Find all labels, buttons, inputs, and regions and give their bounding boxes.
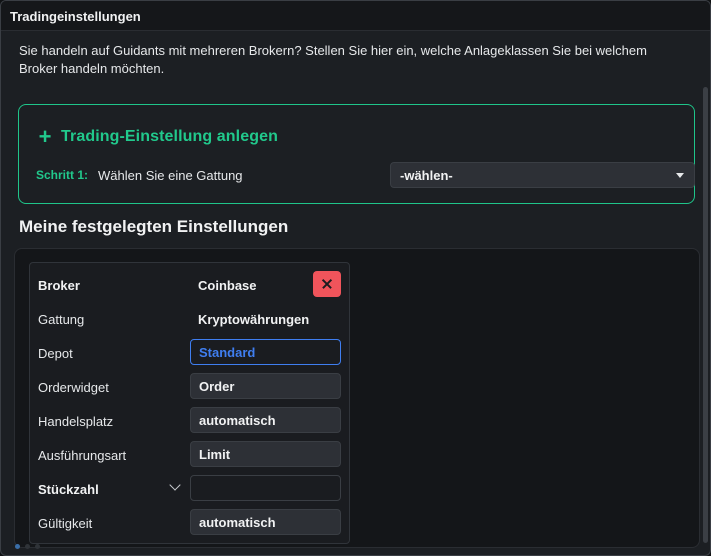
title-bar: Tradingeinstellungen	[1, 1, 710, 31]
row-gattung: Gattung Kryptowährungen	[38, 305, 344, 331]
setting-card: Broker Coinbase Gattung Kryptowährungen …	[29, 262, 350, 544]
step-row: Schritt 1: Wählen Sie eine Gattung -wähl…	[36, 162, 695, 190]
row-depot: Depot Standard	[38, 339, 344, 365]
row-stueckzahl: Stückzahl	[38, 475, 344, 501]
section-title: Meine festgelegten Einstellungen	[19, 217, 289, 236]
gueltigkeit-select[interactable]: automatisch	[190, 509, 341, 535]
settings-window: Tradingeinstellungen Sie handeln auf Gui…	[0, 0, 711, 556]
row-orderwidget: Orderwidget Order	[38, 373, 344, 399]
gattung-select[interactable]: -wählen-	[390, 162, 695, 188]
intro-text: Sie handeln auf Guidants mit mehreren Br…	[19, 43, 647, 76]
gueltigkeit-label: Gültigkeit	[38, 516, 93, 531]
gattung-select-value: -wählen-	[400, 168, 453, 183]
ausfuehrungsart-label: Ausführungsart	[38, 448, 127, 463]
depot-select[interactable]: Standard	[190, 339, 341, 365]
handelsplatz-value: automatisch	[199, 413, 276, 428]
handelsplatz-select[interactable]: automatisch	[190, 407, 341, 433]
row-broker: Broker Coinbase	[38, 271, 344, 297]
handelsplatz-label: Handelsplatz	[38, 414, 114, 429]
ausfuehrungsart-select[interactable]: Limit	[190, 441, 341, 467]
create-setting-panel: + Trading-Einstellung anlegen Schritt 1:…	[18, 104, 695, 204]
page-dot[interactable]	[25, 544, 30, 549]
step-text: Wählen Sie eine Gattung	[98, 168, 243, 183]
row-gueltigkeit: Gültigkeit automatisch	[38, 509, 344, 535]
caret-down-icon	[676, 173, 684, 178]
orderwidget-label: Orderwidget	[38, 380, 109, 395]
ausfuehrungsart-value: Limit	[199, 447, 231, 462]
broker-label: Broker	[38, 278, 80, 293]
chevron-down-icon[interactable]	[169, 479, 181, 491]
delete-setting-button[interactable]	[313, 271, 341, 297]
orderwidget-value: Order	[199, 379, 235, 394]
step-label: Schritt 1:	[36, 168, 89, 182]
depot-label: Depot	[38, 346, 73, 361]
page-dot[interactable]	[15, 544, 20, 549]
stueckzahl-label: Stückzahl	[38, 482, 99, 497]
row-ausfuehrungsart: Ausführungsart Limit	[38, 441, 344, 467]
create-setting-button[interactable]: + Trading-Einstellung anlegen	[37, 124, 278, 149]
stueckzahl-input[interactable]	[190, 475, 341, 501]
gattung-label: Gattung	[38, 312, 85, 327]
scrollbar[interactable]	[703, 87, 708, 543]
gueltigkeit-value: automatisch	[199, 515, 276, 530]
page-indicator	[15, 544, 40, 549]
gattung-value: Kryptowährungen	[198, 312, 310, 327]
plus-icon: +	[38, 124, 52, 149]
create-setting-title: Trading-Einstellung anlegen	[61, 128, 278, 145]
broker-value: Coinbase	[198, 278, 257, 293]
row-handelsplatz: Handelsplatz automatisch	[38, 407, 344, 433]
page-dot[interactable]	[35, 544, 40, 549]
orderwidget-select[interactable]: Order	[190, 373, 341, 399]
settings-list: Broker Coinbase Gattung Kryptowährungen …	[14, 248, 700, 548]
window-title: Tradingeinstellungen	[10, 9, 141, 24]
depot-value: Standard	[199, 345, 256, 360]
